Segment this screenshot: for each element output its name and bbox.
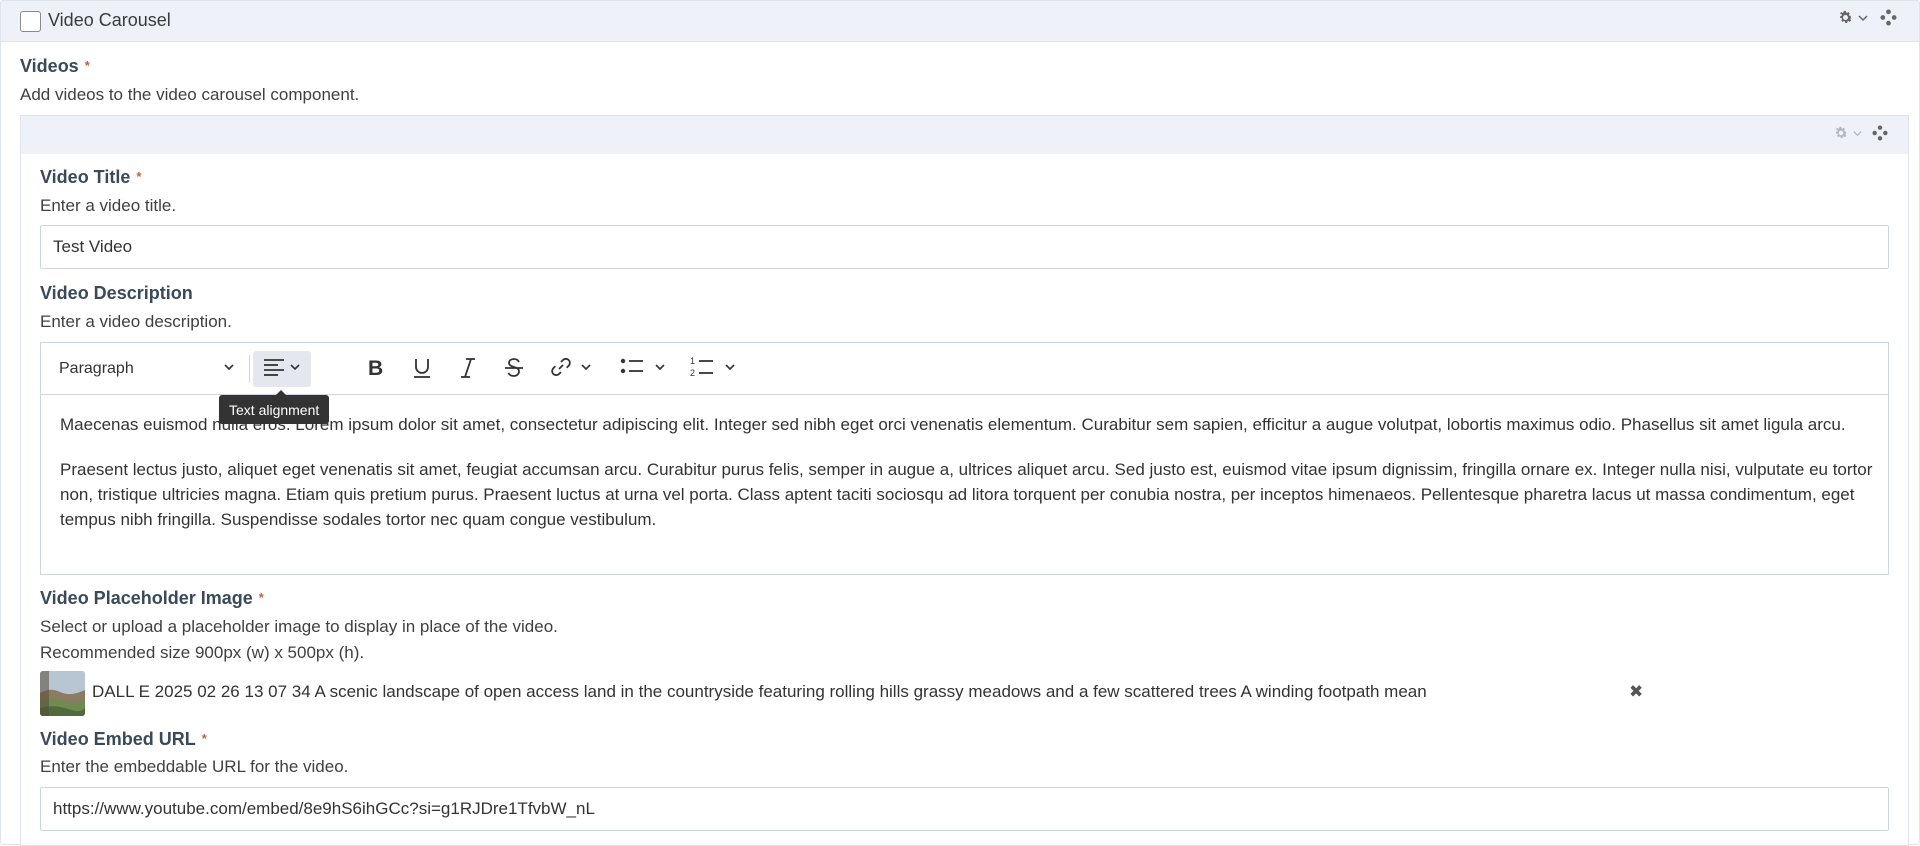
- chevron-down-icon: [289, 360, 301, 378]
- required-marker: *: [136, 169, 142, 184]
- editor-content[interactable]: Maecenas euismod nulla eros. Lorem ipsum…: [60, 412, 1875, 552]
- link-icon: [550, 356, 572, 383]
- panel-header: Video Carousel: [1, 1, 1919, 42]
- bulleted-list-icon: [620, 357, 644, 382]
- image-thumbnail[interactable]: [40, 671, 85, 716]
- video-title-help: Enter a video title.: [40, 196, 177, 215]
- link-button[interactable]: [547, 355, 595, 383]
- videos-help: Add videos to the video carousel compone…: [20, 85, 360, 104]
- svg-text:1: 1: [690, 356, 695, 366]
- chevron-down-icon: [724, 360, 736, 378]
- video-title-label: Video Title *: [40, 167, 141, 188]
- placeholder-image-label: Video Placeholder Image *: [40, 588, 264, 609]
- embed-url-label-text: Video Embed URL: [40, 729, 196, 749]
- remove-image-icon[interactable]: ✖: [1629, 682, 1643, 702]
- bold-icon: B: [367, 357, 385, 383]
- block-format-label: Paragraph: [59, 360, 134, 377]
- image-file-name[interactable]: DALL E 2025 02 26 13 07 34 A scenic land…: [92, 682, 1427, 702]
- numbered-list-button[interactable]: 12: [685, 355, 741, 383]
- strikethrough-icon: [504, 357, 524, 384]
- underline-icon: [412, 357, 432, 384]
- text-alignment-tooltip: Text alignment: [219, 395, 330, 424]
- chevron-down-icon: [223, 360, 235, 378]
- italic-icon: [459, 357, 477, 384]
- paragraph: Maecenas euismod nulla eros. Lorem ipsum…: [60, 415, 1846, 434]
- embed-url-input[interactable]: [40, 787, 1889, 831]
- placeholder-image-label-text: Video Placeholder Image: [40, 588, 253, 608]
- svg-text:2: 2: [690, 368, 695, 378]
- video-title-label-text: Video Title: [40, 167, 131, 187]
- required-marker: *: [201, 731, 207, 746]
- embed-url-label: Video Embed URL *: [40, 729, 207, 750]
- chevron-down-icon: [580, 360, 592, 378]
- italic-button[interactable]: [455, 357, 481, 383]
- rich-text-editor: Paragraph B 1 2 Maecenas euismod nulla e…: [40, 342, 1889, 575]
- bold-button[interactable]: B: [363, 357, 389, 383]
- placeholder-image-help: Select or upload a placeholder image to …: [40, 617, 558, 636]
- select-checkbox[interactable]: [20, 11, 41, 32]
- required-marker: *: [84, 58, 90, 73]
- editor-toolbar: Paragraph B 1 2: [41, 343, 1888, 395]
- required-marker: *: [258, 590, 264, 605]
- gear-icon[interactable]: [1833, 125, 1849, 141]
- toolbar-separator: [249, 355, 250, 383]
- video-description-label: Video Description: [40, 283, 193, 303]
- item-actions: [1833, 125, 1888, 141]
- move-icon[interactable]: [1872, 125, 1888, 141]
- numbered-list-icon: 12: [690, 356, 714, 383]
- text-alignment-button[interactable]: [253, 351, 311, 387]
- gear-icon[interactable]: [1837, 9, 1854, 26]
- videos-label-text: Videos: [20, 56, 79, 76]
- bulleted-list-button[interactable]: [615, 355, 671, 383]
- chevron-down-icon[interactable]: [1857, 12, 1869, 24]
- placeholder-image-size-help: Recommended size 900px (w) x 500px (h).: [40, 643, 365, 662]
- strikethrough-button[interactable]: [501, 357, 527, 383]
- chevron-down-icon: [654, 360, 666, 378]
- panel-title: Video Carousel: [48, 10, 171, 30]
- panel-actions: [1837, 9, 1897, 26]
- svg-text:B: B: [368, 358, 383, 378]
- videos-label: Videos *: [20, 56, 90, 77]
- video-carousel-panel: Video Carousel Videos * Add videos to the…: [0, 0, 1920, 846]
- embed-url-help: Enter the embeddable URL for the video.: [40, 757, 349, 776]
- move-icon[interactable]: [1880, 9, 1897, 26]
- text-align-icon: [263, 357, 285, 382]
- video-item-header: [21, 116, 1908, 154]
- video-description-help: Enter a video description.: [40, 312, 232, 331]
- block-format-dropdown[interactable]: Paragraph: [59, 353, 235, 385]
- video-title-input[interactable]: [40, 225, 1889, 269]
- chevron-down-icon[interactable]: [1852, 128, 1863, 139]
- paragraph: Praesent lectus justo, aliquet eget vene…: [60, 460, 1873, 529]
- underline-button[interactable]: [409, 357, 435, 383]
